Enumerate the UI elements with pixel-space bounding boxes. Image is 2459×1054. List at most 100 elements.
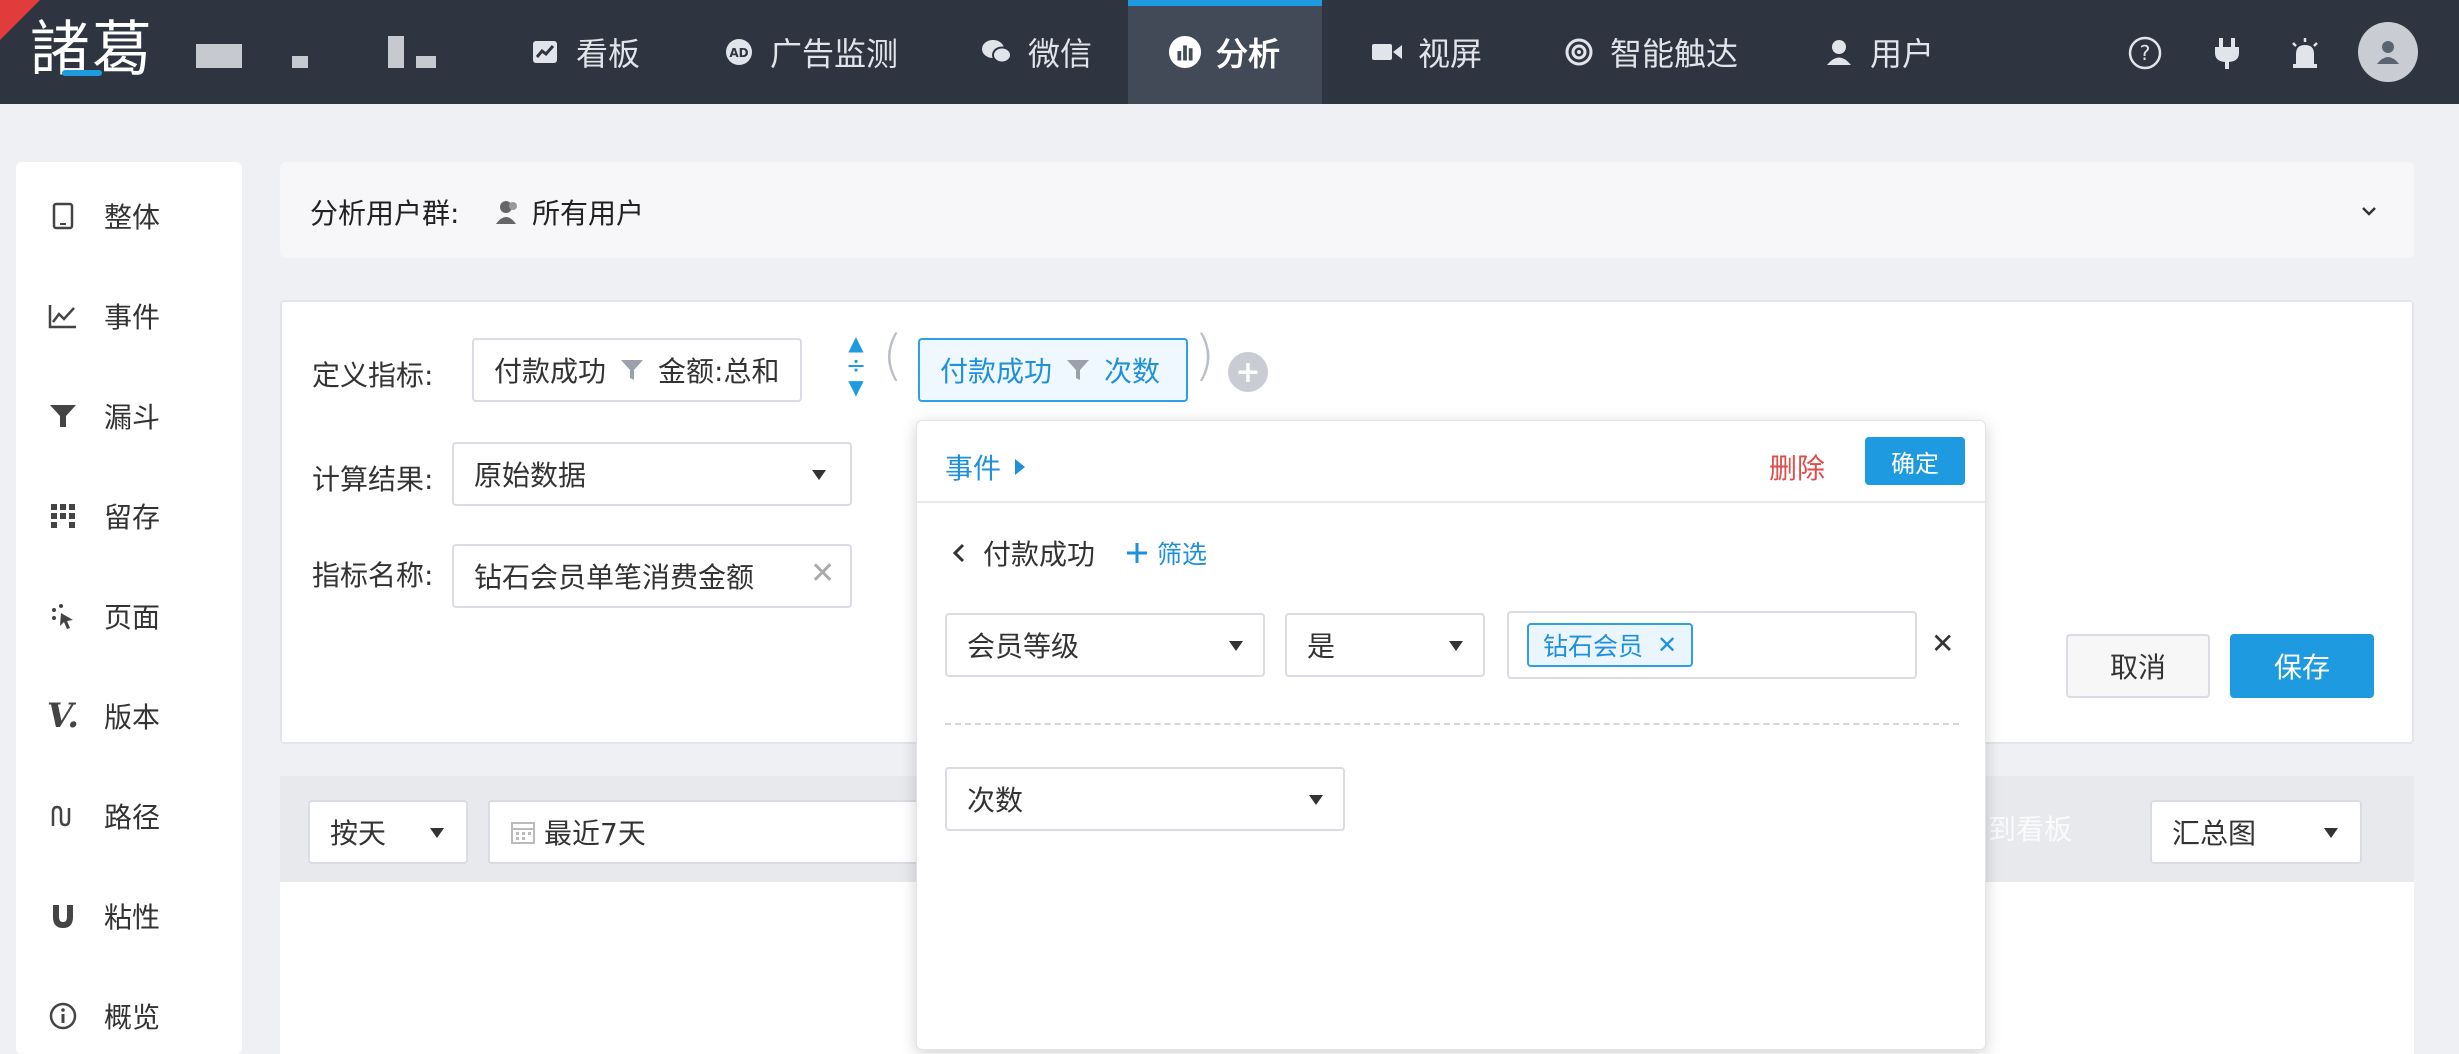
filter-value-input[interactable]: 钻石会员 ✕ bbox=[1507, 611, 1917, 679]
operator-symbol: ÷ bbox=[846, 351, 867, 379]
nav-label: 广告监测 bbox=[770, 35, 899, 73]
sidebar-item-retention[interactable]: 留存 bbox=[16, 466, 242, 566]
magnet-icon bbox=[48, 901, 78, 931]
help-icon[interactable]: ? bbox=[2126, 34, 2164, 72]
nav-smart-reach[interactable]: 智能触达 bbox=[1522, 0, 1778, 104]
video-icon bbox=[1370, 35, 1404, 69]
chart-type-select[interactable]: 汇总图 bbox=[2150, 800, 2362, 864]
grid-icon bbox=[48, 501, 78, 531]
caret-down-icon bbox=[1449, 641, 1463, 651]
calendar-icon bbox=[511, 822, 535, 844]
logo-accent bbox=[62, 70, 102, 76]
caret-down-icon bbox=[2324, 828, 2338, 838]
add-filter-label: 筛选 bbox=[1157, 540, 1208, 569]
chart-line-icon bbox=[528, 35, 562, 69]
nav-video[interactable]: 视屏 bbox=[1330, 0, 1522, 104]
remove-tag-icon[interactable]: ✕ bbox=[1657, 631, 1677, 659]
click-icon bbox=[48, 601, 78, 631]
measure-select[interactable]: 次数 bbox=[945, 767, 1345, 831]
right-paren: ) bbox=[1194, 324, 1216, 387]
chevron-down-icon[interactable] bbox=[2360, 192, 2378, 225]
alarm-icon[interactable] bbox=[2286, 34, 2324, 72]
sidebar-item-label: 整体 bbox=[104, 201, 161, 234]
nav-label: 智能触达 bbox=[1610, 35, 1739, 73]
sidebar-item-stickiness[interactable]: 粘性 bbox=[16, 866, 242, 966]
popup-title[interactable]: 事件 bbox=[945, 447, 1026, 487]
denominator-event-box[interactable]: 付款成功 次数 bbox=[918, 338, 1188, 402]
avatar-icon[interactable] bbox=[2358, 22, 2418, 82]
result-select[interactable]: 原始数据 bbox=[452, 442, 852, 506]
nav-kanban[interactable]: 看板 bbox=[488, 0, 680, 104]
cancel-button[interactable]: 取消 bbox=[2066, 634, 2210, 698]
popup-header: 事件 删除 确定 bbox=[917, 421, 1985, 503]
delete-button[interactable]: 删除 bbox=[1769, 447, 1825, 487]
sidebar-item-funnel[interactable]: 漏斗 bbox=[16, 366, 242, 466]
chart-type-value: 汇总图 bbox=[2172, 817, 2257, 850]
popup-title-text: 事件 bbox=[945, 452, 1002, 485]
denominator-aggregation: 次数 bbox=[1104, 355, 1161, 388]
sidebar-item-event[interactable]: 事件 bbox=[16, 266, 242, 366]
result-label: 计算结果: bbox=[312, 463, 434, 496]
nav-ad-monitor[interactable]: AD 广告监测 bbox=[682, 0, 938, 104]
event-filter-popup: 事件 删除 确定 付款成功 筛选 会员等级 是 钻石会员 ✕ ✕ 次数 bbox=[916, 420, 1986, 1050]
save-button[interactable]: 保存 bbox=[2230, 634, 2374, 698]
line-chart-icon bbox=[48, 301, 78, 331]
numerator-aggregation: 金额:总和 bbox=[658, 355, 780, 388]
sidebar-item-label: 漏斗 bbox=[104, 401, 161, 434]
info-icon bbox=[48, 1001, 78, 1031]
caret-right-icon bbox=[1015, 459, 1026, 475]
ad-icon: AD bbox=[722, 35, 756, 69]
sidebar-item-label: 粘性 bbox=[104, 901, 161, 934]
filter-icon[interactable] bbox=[620, 358, 644, 382]
version-icon: V. bbox=[46, 696, 80, 736]
caret-down-icon bbox=[1229, 641, 1243, 651]
sidebar-item-overview[interactable]: 概览 bbox=[16, 966, 242, 1054]
sidebar-item-label: 版本 bbox=[104, 701, 161, 734]
operator-switch[interactable]: ▲ ÷ ▼ bbox=[846, 332, 866, 398]
nav-label: 看板 bbox=[576, 35, 641, 73]
plus-icon bbox=[1127, 543, 1148, 563]
chevron-left-icon[interactable] bbox=[951, 542, 967, 564]
sidebar-item-label: 留存 bbox=[104, 501, 161, 534]
sidebar-item-label: 页面 bbox=[104, 601, 161, 634]
nav-wechat[interactable]: 微信 bbox=[940, 0, 1132, 104]
redacted-block bbox=[388, 36, 404, 68]
wechat-icon bbox=[980, 35, 1014, 69]
sidebar-item-label: 事件 bbox=[104, 301, 161, 334]
svg-text:AD: AD bbox=[729, 46, 748, 60]
sidebar-item-path[interactable]: 路径 bbox=[16, 766, 242, 866]
sidebar-item-label: 概览 bbox=[104, 1001, 161, 1034]
filter-operator-select[interactable]: 是 bbox=[1285, 613, 1485, 677]
numerator-event: 付款成功 bbox=[494, 355, 607, 388]
user-group-icon bbox=[496, 201, 517, 224]
sidebar-item-version[interactable]: V. 版本 bbox=[16, 666, 242, 766]
confirm-button[interactable]: 确定 bbox=[1865, 437, 1965, 485]
granularity-select[interactable]: 按天 bbox=[308, 800, 468, 864]
result-value: 原始数据 bbox=[474, 459, 587, 492]
nav-user[interactable]: 用户 bbox=[1782, 0, 1974, 104]
divider bbox=[945, 723, 1959, 725]
add-filter-button[interactable]: 筛选 bbox=[1125, 535, 1207, 571]
target-icon bbox=[1562, 35, 1596, 69]
user-group-selector[interactable]: 分析用户群: 所有用户 bbox=[280, 162, 2414, 258]
filter-operator-value: 是 bbox=[1307, 630, 1336, 663]
funnel-icon bbox=[48, 401, 78, 431]
metric-name-input[interactable]: 钻石会员单笔消费金额 ✕ bbox=[452, 544, 852, 608]
plug-icon[interactable] bbox=[2208, 34, 2246, 72]
nav-analysis[interactable]: 分析 bbox=[1128, 0, 1322, 104]
add-operand-button[interactable]: + bbox=[1228, 352, 1268, 392]
filter-icon[interactable] bbox=[1066, 358, 1090, 382]
sidebar-item-overall[interactable]: 整体 bbox=[16, 166, 242, 266]
event-row: 付款成功 筛选 bbox=[951, 533, 1207, 573]
caret-down-icon bbox=[430, 828, 444, 838]
user-group-value-wrap: 所有用户 bbox=[494, 192, 644, 232]
clear-icon[interactable]: ✕ bbox=[810, 556, 835, 591]
date-range-picker[interactable]: 最近7天 bbox=[488, 800, 928, 864]
filter-value-tag: 钻石会员 ✕ bbox=[1527, 623, 1694, 667]
numerator-event-box[interactable]: 付款成功 金额:总和 bbox=[472, 338, 802, 402]
remove-filter-icon[interactable]: ✕ bbox=[1931, 627, 1954, 660]
sidebar-item-page[interactable]: 页面 bbox=[16, 566, 242, 666]
caret-down-icon bbox=[1309, 795, 1323, 805]
filter-field-select[interactable]: 会员等级 bbox=[945, 613, 1265, 677]
user-group-value: 所有用户 bbox=[532, 197, 645, 230]
